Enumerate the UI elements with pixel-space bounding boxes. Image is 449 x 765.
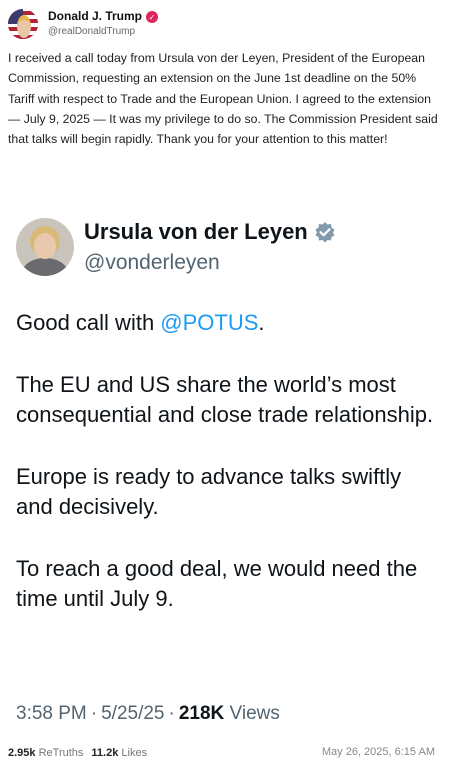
likes-count: 11.2k (91, 746, 119, 759)
embedded-tweet[interactable]: Ursula von der Leyen @vonderleyen Good c… (0, 200, 449, 740)
views-count: 218K (178, 703, 225, 724)
tweet-meta: 3:58 PM · 5/25/25 · 218K Views (16, 703, 280, 725)
author-handle[interactable]: @realDonaldTrump (48, 26, 158, 38)
tweet-avatar[interactable] (16, 218, 74, 276)
tweet-paragraph-1: Good call with @POTUS. (16, 308, 436, 338)
retruths-stat[interactable]: 2.95k ReTruths (8, 747, 83, 759)
tweet-author-handle[interactable]: @vonderleyen (84, 250, 336, 275)
post-timestamp[interactable]: May 26, 2025, 6:15 AM (322, 746, 435, 758)
post-header: Donald J. Trump ✓ @realDonaldTrump (8, 6, 159, 42)
tweet-header: Ursula von der Leyen @vonderleyen (16, 218, 336, 276)
likes-label: Likes (121, 746, 148, 759)
likes-stat[interactable]: 11.2k Likes (91, 747, 147, 759)
avatar-face (34, 233, 56, 259)
government-badge-icon (315, 222, 335, 243)
views-label: Views (229, 703, 280, 724)
tweet-name-row: Ursula von der Leyen (84, 219, 336, 245)
author-names: Donald J. Trump ✓ @realDonaldTrump (48, 10, 159, 38)
tweet-paragraph-4: To reach a good deal, we would need the … (16, 556, 418, 611)
retruths-count: 2.95k (8, 746, 36, 759)
truth-post: Donald J. Trump ✓ @realDonaldTrump I rec… (0, 0, 449, 765)
tweet-text: Good call with (16, 310, 161, 335)
tweet-time[interactable]: 3:58 PM (16, 703, 87, 724)
tweet-paragraph-3: Europe is ready to advance talks swiftly… (16, 464, 402, 519)
tweet-text: . (258, 310, 265, 335)
post-text: I received a call today from Ursula von … (8, 51, 438, 147)
tweet-names: Ursula von der Leyen @vonderleyen (84, 219, 336, 275)
post-footer: 2.95k ReTruths 11.2k Likes May 26, 2025,… (0, 740, 449, 765)
avatar-body (22, 258, 68, 276)
author-name-row: Donald J. Trump ✓ (48, 10, 159, 24)
verified-icon: ✓ (146, 11, 159, 24)
separator-dot: · (90, 703, 98, 724)
tweet-paragraph-2: The EU and US share the world’s most con… (16, 372, 434, 427)
mention-link[interactable]: @POTUS (160, 310, 258, 335)
author-avatar[interactable] (8, 9, 38, 39)
retruths-label: ReTruths (38, 746, 84, 759)
avatar-face (17, 15, 31, 38)
tweet-body: Good call with @POTUS. The EU and US sha… (16, 308, 436, 646)
tweet-author-name[interactable]: Ursula von der Leyen (84, 219, 308, 245)
separator-dot: · (168, 703, 175, 724)
author-name[interactable]: Donald J. Trump (48, 10, 142, 24)
tweet-date[interactable]: 5/25/25 (101, 703, 164, 724)
